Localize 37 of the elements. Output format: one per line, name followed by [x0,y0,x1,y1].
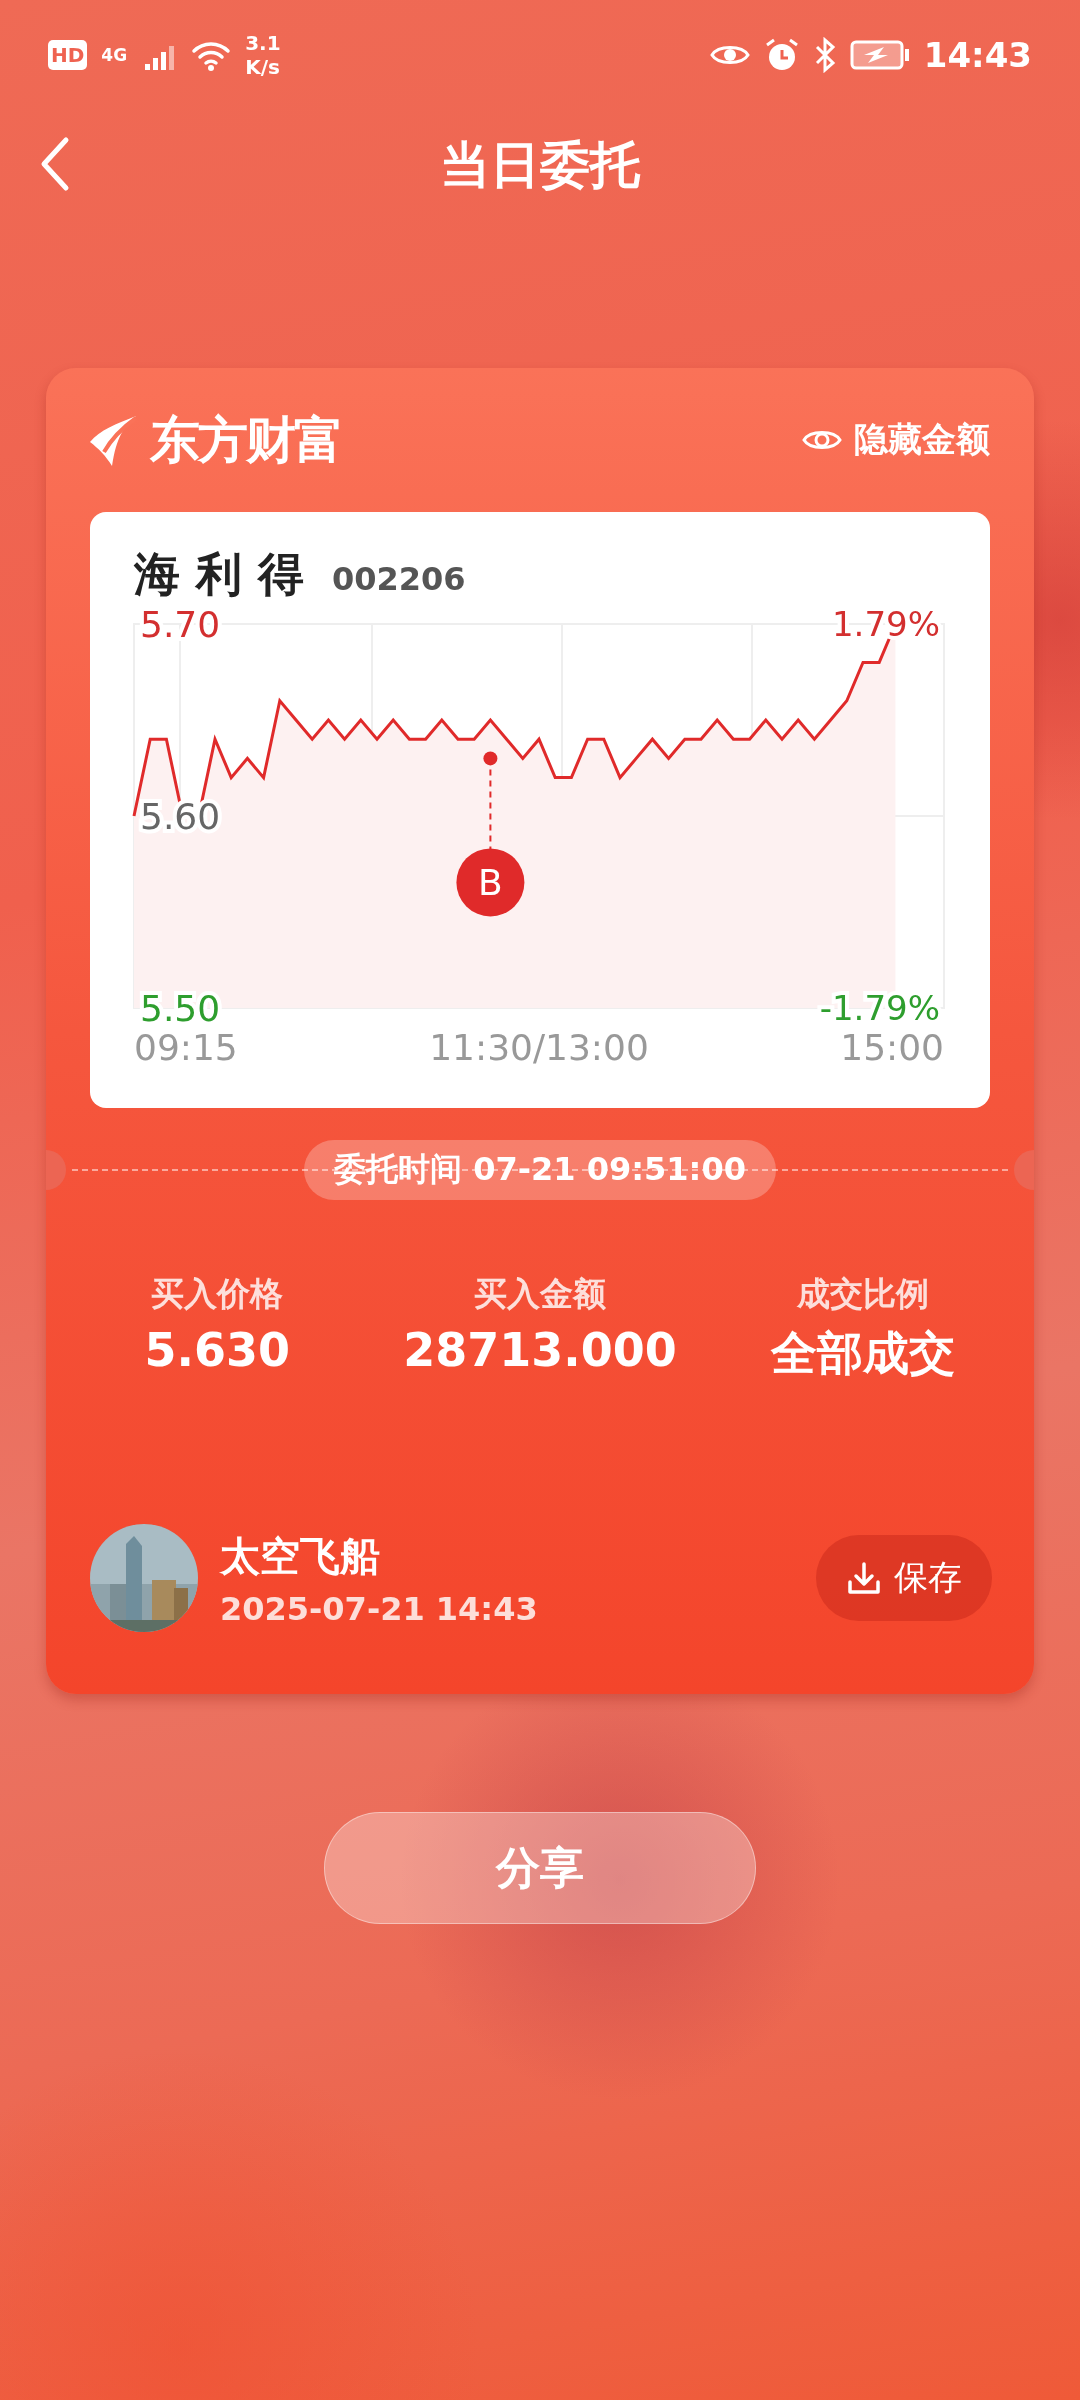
bluetooth-icon [813,37,836,73]
stat-label: 买入金额 [474,1273,606,1315]
time-label: 09:15 [134,1027,238,1068]
y-tick-label: 5.50 [140,988,221,1029]
brand-name: 东方财富 [150,409,342,471]
network-type: 4G [101,45,128,65]
time-label: 15:00 [840,1027,944,1068]
download-icon [846,1560,882,1596]
stat-value: 全部成交 [770,1325,955,1382]
save-button[interactable]: 保存 [816,1535,992,1621]
time-label: 11:30/13:00 [429,1027,649,1068]
annotation: B [478,862,503,904]
stock-name: 海 利 得 [134,546,305,603]
clock-time: 14:43 [923,35,1032,75]
stat-value: 28713.000 [403,1323,677,1377]
wifi-icon [191,39,232,71]
stat-label: 成交比例 [796,1273,929,1315]
hd-badge: HD [48,40,88,70]
page-title: 当日委托 [440,134,640,196]
y-tick-label: 5.70 [140,604,221,645]
speed-unit: K/s [245,55,281,79]
battery-icon [849,39,910,71]
alarm-icon [763,37,800,73]
order-time: 委托时间 07-21 09:51:00 [304,1140,776,1200]
stat-value: 5.630 [144,1323,291,1377]
stat-label: 买入价格 [151,1273,284,1315]
stock-code: 002206 [332,560,466,598]
share-button[interactable]: 分享 [324,1812,756,1924]
ticket-notch [46,1150,66,1190]
user-name: 太空飞船 [220,1531,381,1581]
ticket-notch [1014,1150,1034,1190]
share-time: 2025-07-21 14:43 [220,1589,539,1628]
change-low-label: -1.79% [819,988,940,1028]
hide-amount-button[interactable]: 隐藏金额 [802,417,990,463]
speed-value: 3.1 [245,31,281,55]
change-high-label: 1.79% [832,604,940,644]
y-tick-label: 5.60 [140,796,221,837]
